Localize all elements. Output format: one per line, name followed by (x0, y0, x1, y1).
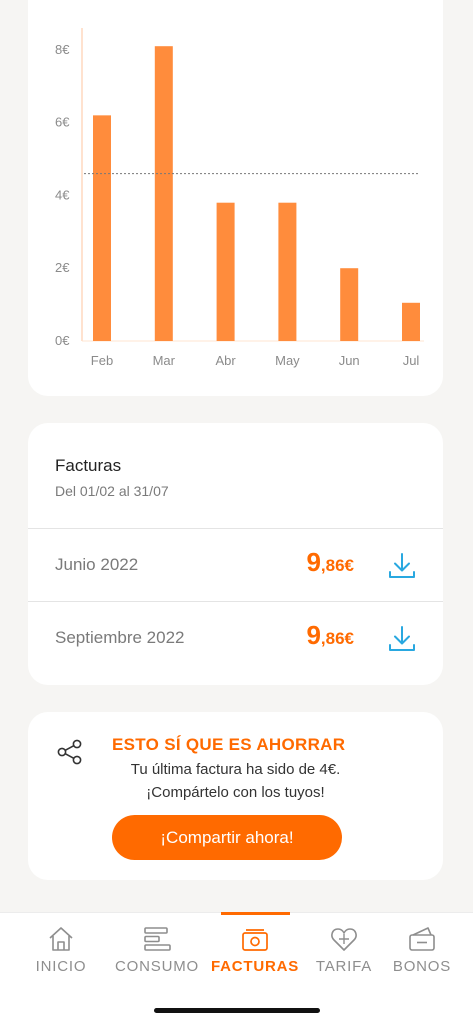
x-tick-label: Jul (403, 353, 420, 368)
share-title: ESTO SÍ QUE ES AHORRAR (112, 735, 346, 754)
invoice-amount: 9,86€ (306, 620, 354, 651)
x-tick-label: Feb (91, 353, 113, 368)
home-icon (49, 927, 73, 951)
tab-label: CONSUMO (115, 958, 199, 975)
y-tick-label: 8€ (55, 42, 70, 57)
invoice-amount: 9,86€ (306, 547, 354, 578)
x-tick-label: Jun (339, 353, 360, 368)
tab-tarifa[interactable]: TARIFA (299, 913, 389, 983)
invoices-card: Facturas Del 01/02 al 31/07 Junio 2022 9… (28, 423, 443, 685)
chart-bar (402, 302, 420, 341)
tab-label: INICIO (35, 958, 87, 975)
tab-facturas[interactable]: FACTURAS (210, 913, 300, 983)
invoice-amount-decimal: ,86€ (320, 556, 354, 575)
invoice-month: Junio 2022 (55, 555, 139, 574)
x-tick-label: May (275, 353, 300, 368)
home-indicator (154, 1008, 320, 1013)
share-now-button[interactable]: ¡Compartir ahora! (112, 815, 342, 860)
invoice-icon (242, 929, 268, 951)
voucher-icon (409, 927, 435, 951)
chart-bar (216, 202, 235, 341)
share-message: Tu última factura ha sido de 4€. (130, 761, 341, 778)
chart-bar (93, 115, 111, 341)
invoices-title: Facturas (55, 456, 122, 475)
tab-inicio[interactable]: INICIO (16, 913, 106, 983)
heart-tag-icon (331, 928, 357, 951)
invoice-amount-decimal: ,86€ (320, 629, 354, 648)
y-tick-label: 2€ (55, 260, 70, 275)
y-tick-label: 6€ (55, 115, 70, 130)
invoices-period: Del 01/02 al 31/07 (55, 483, 169, 499)
chart-bar (278, 202, 297, 341)
invoice-row[interactable]: Junio 2022 9,86€ (28, 528, 443, 601)
invoice-row[interactable]: Septiembre 2022 9,86€ (28, 601, 443, 674)
x-tick-label: Abr (215, 353, 236, 368)
tab-label: FACTURAS (210, 958, 300, 975)
tab-label: TARIFA (315, 958, 373, 975)
consumption-bar-chart: 0€ 2€ 4€ 6€ 8€ Feb Mar Abr May Jun Jul (55, 28, 424, 368)
download-icon[interactable] (387, 624, 417, 654)
tab-consumo[interactable]: CONSUMO (112, 913, 202, 983)
chart-bar (154, 46, 173, 341)
share-savings-card: ESTO SÍ QUE ES AHORRAR Tu última factura… (28, 712, 443, 880)
invoice-amount-integer: 9 (306, 620, 321, 650)
y-tick-label: 0€ (55, 333, 70, 348)
tab-bonos[interactable]: BONOS (377, 913, 467, 983)
download-icon[interactable] (387, 551, 417, 581)
consumption-chart-card: 0€ 2€ 4€ 6€ 8€ Feb Mar Abr May Jun Jul (28, 0, 443, 396)
invoice-month: Septiembre 2022 (55, 628, 185, 647)
invoice-amount-integer: 9 (306, 547, 321, 577)
share-invite: ¡Compártelo con los tuyos! (146, 784, 325, 801)
page: 0€ 2€ 4€ 6€ 8€ Feb Mar Abr May Jun Jul Facturas De… (0, 0, 473, 1024)
consumption-icon (144, 927, 171, 951)
chart-bar (340, 268, 359, 341)
y-tick-label: 4€ (55, 187, 70, 202)
tab-label: BONOS (392, 958, 452, 975)
x-tick-label: Mar (153, 353, 176, 368)
